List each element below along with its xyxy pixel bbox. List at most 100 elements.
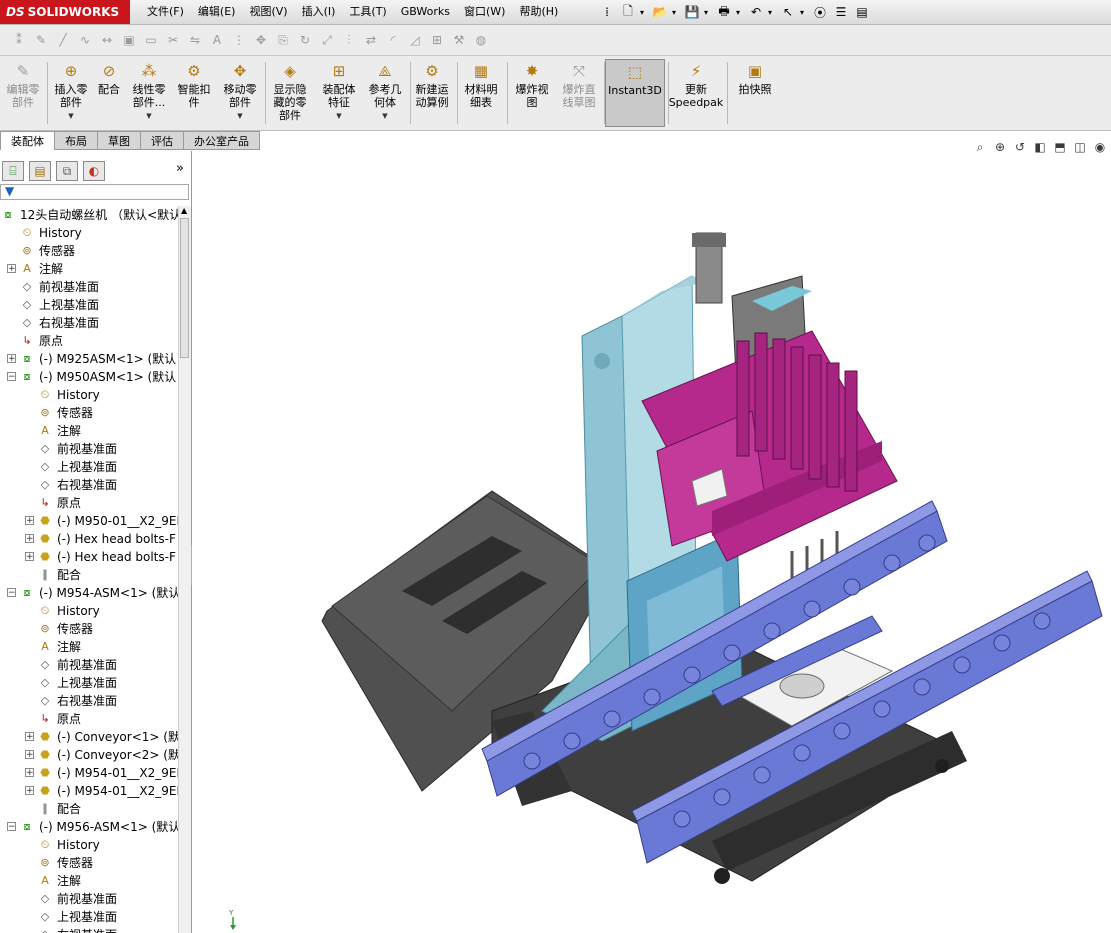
command-instant3d[interactable]: ⬚ Instant3D [605,59,665,127]
move-icon[interactable]: ✥ [252,31,270,49]
solidworks-logo[interactable]: DS SOLIDWORKS [0,0,130,24]
tree-node[interactable]: ∥ 配合 [0,800,178,818]
expand-icon[interactable]: + [25,732,34,742]
section-view-icon[interactable]: ◧ [1031,138,1049,156]
traffic-light-icon[interactable]: ⦿ [811,3,829,21]
tree-node[interactable]: − ⧇ (-) M950ASM<1> (默认 [0,368,178,386]
grid-icon[interactable]: ⊞ [428,31,446,49]
tree-node[interactable]: ⊚ 传感器 [0,854,178,872]
rect-icon[interactable]: ▭ [142,31,160,49]
open-icon[interactable]: 📂 [651,3,669,21]
tab-4[interactable]: 办公室产品 [184,131,260,150]
tree-node[interactable]: ◇ 上视基准面 [0,908,178,926]
view-orientation-icon[interactable]: ⬒ [1051,138,1069,156]
dropdown-arrow-icon[interactable]: ▼ [318,110,360,123]
tree-node[interactable]: ⧇ 12头自动螺丝机 （默认<默认 [0,206,179,224]
chamfer-icon[interactable]: ◿ [406,31,424,49]
tab-1[interactable]: 布局 [55,131,98,150]
menu-item-3[interactable]: 插入(I) [295,0,343,24]
display-style-icon[interactable]: ◫ [1071,138,1089,156]
tree-node[interactable]: ⊚ 传感器 [0,242,178,260]
graphics-area[interactable] [192,151,1111,933]
tree-node[interactable]: − ⧇ (-) M954-ASM<1> (默认 [0,584,178,602]
command-smart-fastener[interactable]: ⚙ 智能扣 件 [174,59,214,127]
collapse-icon[interactable]: − [7,588,16,598]
tree-node[interactable]: ⊚ 传感器 [0,404,178,422]
tree-node[interactable]: A 注解 [0,422,178,440]
previous-view-icon[interactable]: ↺ [1011,138,1029,156]
tree-node[interactable]: ◇ 前视基准面 [0,890,178,908]
menu-item-4[interactable]: 工具(T) [342,0,393,24]
scroll-up-icon[interactable]: ▲ [181,206,187,215]
tab-0[interactable]: 装配体 [0,131,55,150]
expand-icon[interactable]: + [25,534,34,544]
tree-node[interactable]: ⏲ History [0,224,178,242]
tree-node[interactable]: A 注解 [0,872,178,890]
undo-icon[interactable]: ↶ [747,3,765,21]
menu-item-1[interactable]: 编辑(E) [191,0,243,24]
dropdown-arrow-icon[interactable]: ▾ [736,8,744,17]
dropdown-arrow-icon[interactable]: ▾ [672,8,680,17]
tree-node[interactable]: ⏲ History [0,386,178,404]
dropdown-arrow-icon[interactable]: ▼ [128,110,170,123]
globe-icon[interactable]: ◍ [472,31,490,49]
expand-icon[interactable]: + [7,264,16,274]
tree-node[interactable]: + ⬣ (-) Hex head bolts-F [0,530,178,548]
command-motion-study[interactable]: ⚙ 新建运 动算例 [410,59,454,127]
copy-icon[interactable]: ⎘ [274,31,292,49]
dropdown-arrow-icon[interactable]: ▾ [768,8,776,17]
expand-icon[interactable]: + [25,750,34,760]
mirror-icon[interactable]: ⇋ [186,31,204,49]
menu-item-0[interactable]: 文件(F) [140,0,191,24]
tree-node[interactable]: ◇ 上视基准面 [0,458,178,476]
feature-manager-icon[interactable]: ⌸ [2,161,24,181]
dropdown-arrow-icon[interactable]: ▼ [50,110,92,123]
scrollbar-thumb[interactable] [180,218,189,358]
tree-node[interactable]: + ⬣ (-) M954-01__X2_9ED [0,764,178,782]
tree-node[interactable]: + ⬣ (-) Conveyor<1> (默 [0,728,178,746]
dropdown-arrow-icon[interactable]: ▾ [704,8,712,17]
dropdown-arrow-icon[interactable]: ▼ [218,110,262,123]
convert-icon[interactable]: ⇄ [362,31,380,49]
smart-mate-icon[interactable]: ⁑ [10,31,28,49]
dropdown-arrow-icon[interactable]: ▼ [363,110,407,123]
command-insert-component[interactable]: ⊕ 插入零 部件 ▼ [50,59,92,127]
tree-node[interactable]: ◇ 前视基准面 [0,656,178,674]
tree-filter[interactable]: ▼ [0,184,189,200]
tree-node[interactable]: ◇ 右视基准面 [0,926,178,933]
fillet-icon[interactable]: ◜ [384,31,402,49]
expand-icon[interactable]: + [25,516,34,526]
tree-node[interactable]: ⏲ History [0,602,178,620]
tree-node[interactable]: ◇ 右视基准面 [0,692,178,710]
display-manager-icon[interactable]: ◐ [83,161,105,181]
menu-item-5[interactable]: GBWorks [394,0,457,24]
tree-node[interactable]: ◇ 右视基准面 [0,314,178,332]
block-icon[interactable]: ▣ [120,31,138,49]
tree-node[interactable]: A 注解 [0,638,178,656]
tree-node[interactable]: − ⧇ (-) M956-ASM<1> (默认 [0,818,178,836]
tree-node[interactable]: ◇ 右视基准面 [0,476,178,494]
tree-node[interactable]: ◇ 前视基准面 [0,440,178,458]
menu-item-2[interactable]: 视图(V) [242,0,294,24]
pattern-icon[interactable]: ⋮ [230,31,248,49]
tree-node[interactable]: ⊚ 传感器 [0,620,178,638]
customize-icon[interactable]: ▤ [853,3,871,21]
dropdown-arrow-icon[interactable]: ▾ [800,8,808,17]
hide-show-icon[interactable]: ◉ [1091,138,1109,156]
expand-panel-icon[interactable]: » [176,161,184,176]
tree-node[interactable]: + ⬣ (-) Hex head bolts-F [0,548,178,566]
dimension-icon[interactable]: ↔ [98,31,116,49]
menu-item-7[interactable]: 帮助(H) [512,0,565,24]
collapse-icon[interactable]: − [7,822,16,832]
command-speedpak[interactable]: ⚡ 更新 Speedpak [668,59,724,127]
tree-node[interactable]: + ⬣ (-) Conveyor<2> (默 [0,746,178,764]
expand-icon[interactable]: + [7,354,16,364]
command-move-component[interactable]: ✥ 移动零 部件 ▼ [218,59,262,127]
zoom-area-icon[interactable]: ⊕ [991,138,1009,156]
select-arrow-icon[interactable]: ↖ [779,3,797,21]
spline-icon[interactable]: ∿ [76,31,94,49]
save-icon[interactable]: 💾 [683,3,701,21]
zoom-to-fit-icon[interactable]: ⌕ [971,138,989,156]
command-linear-pattern[interactable]: ⁂ 线性零 部件... ▼ [128,59,170,127]
tree-node[interactable]: ⏲ History [0,836,178,854]
